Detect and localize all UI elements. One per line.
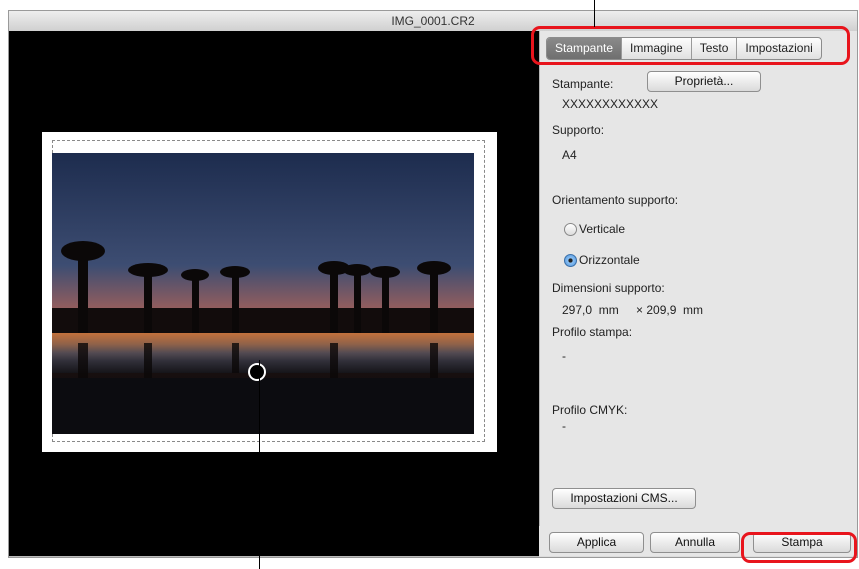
photo-image[interactable] [52, 153, 474, 434]
printer-value: XXXXXXXXXXXX [562, 97, 659, 111]
media-value: A4 [562, 148, 577, 162]
properties-button[interactable]: Proprietà... [647, 71, 761, 92]
image-handle-callout-line [259, 360, 260, 569]
print-profile-value: - [562, 349, 566, 363]
paper-sheet [42, 132, 497, 452]
print-preview-area [9, 31, 539, 556]
radio-orizzontale[interactable] [564, 254, 577, 267]
media-label: Supporto: [552, 123, 605, 137]
settings-panel: Stampante Immagine Testo Impostazioni St… [539, 31, 857, 526]
tabs-callout-line [594, 0, 595, 27]
cancel-button[interactable]: Annulla [650, 532, 740, 553]
print-profile-label: Profilo stampa: [552, 325, 633, 339]
preview-scrollbar[interactable] [9, 556, 539, 557]
cmyk-profile-label: Profilo CMYK: [552, 403, 628, 417]
dimensions-label: Dimensioni supporto: [552, 281, 665, 295]
dimension-height: × 209,9 mm [636, 303, 704, 317]
printer-label: Stampante: [552, 77, 614, 91]
cms-settings-button[interactable]: Impostazioni CMS... [552, 488, 696, 509]
image-position-handle[interactable] [248, 363, 266, 381]
tabs-callout-highlight [531, 26, 850, 65]
print-button-callout-highlight [741, 532, 857, 563]
orizzontale-label: Orizzontale [579, 253, 640, 267]
orientation-label: Orientamento supporto: [552, 193, 679, 207]
print-window: IMG_0001.CR2 Stampante Immagine Testo Im… [8, 10, 858, 558]
verticale-label: Verticale [579, 222, 626, 236]
cmyk-profile-value: - [562, 419, 566, 433]
dimension-width: 297,0 mm [562, 303, 619, 317]
apply-button[interactable]: Applica [549, 532, 644, 553]
radio-verticale[interactable] [564, 223, 577, 236]
